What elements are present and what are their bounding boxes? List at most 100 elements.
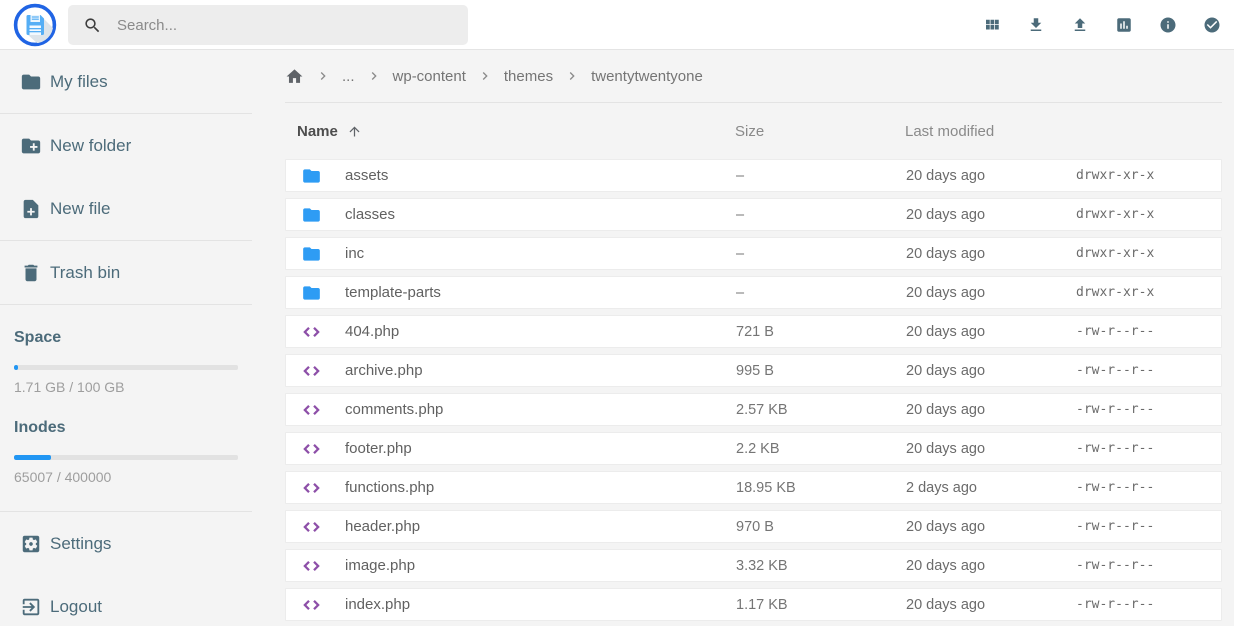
info-button[interactable] — [1159, 16, 1177, 34]
file-name[interactable]: 404.php — [345, 323, 399, 340]
file-modified: 20 days ago — [906, 597, 1076, 613]
file-name[interactable]: functions.php — [345, 479, 434, 496]
table-row[interactable]: inc – 20 days ago drwxr-xr-x — [285, 237, 1222, 270]
breadcrumb-segment[interactable]: themes — [504, 68, 553, 85]
file-name[interactable]: template-parts — [345, 284, 441, 301]
search-input[interactable] — [115, 16, 449, 35]
code-file-icon — [300, 361, 323, 381]
new-folder-icon — [20, 135, 42, 157]
divider — [0, 304, 252, 305]
file-modified: 20 days ago — [906, 246, 1076, 262]
table-row[interactable]: archive.php 995 B 20 days ago -rw-r--r-- — [285, 354, 1222, 387]
table-row[interactable]: header.php 970 B 20 days ago -rw-r--r-- — [285, 510, 1222, 543]
file-name[interactable]: index.php — [345, 596, 410, 613]
search-box[interactable] — [68, 5, 468, 45]
folder-icon — [300, 283, 323, 303]
file-permissions: -rw-r--r-- — [1076, 558, 1221, 573]
sidebar-item-settings[interactable]: Settings — [0, 512, 252, 575]
breadcrumb-segment[interactable]: wp-content — [393, 68, 466, 85]
table-row[interactable]: comments.php 2.57 KB 20 days ago -rw-r--… — [285, 393, 1222, 426]
file-permissions: -rw-r--r-- — [1076, 324, 1221, 339]
file-name[interactable]: comments.php — [345, 401, 443, 418]
upload-button[interactable] — [1071, 16, 1089, 34]
table-row[interactable]: functions.php 18.95 KB 2 days ago -rw-r-… — [285, 471, 1222, 504]
file-manager-app: My files New folder New file Trash bin S… — [0, 0, 1234, 626]
sidebar-item-new-file[interactable]: New file — [0, 177, 252, 240]
file-permissions: -rw-r--r-- — [1076, 480, 1221, 495]
home-icon — [285, 67, 304, 86]
code-file-icon — [300, 517, 323, 537]
file-size: 970 B — [736, 519, 906, 535]
file-size: – — [736, 168, 906, 184]
usage-chart-icon — [1115, 16, 1133, 34]
table-header: Name Size Last modified — [285, 103, 1222, 159]
sidebar-item-logout[interactable]: Logout — [0, 575, 252, 626]
file-name[interactable]: archive.php — [345, 362, 423, 379]
download-icon — [1027, 16, 1045, 34]
file-name[interactable]: inc — [345, 245, 364, 262]
space-value: 1.71 GB / 100 GB — [14, 379, 238, 395]
file-size: 721 B — [736, 324, 906, 340]
file-size: 2.57 KB — [736, 402, 906, 418]
topbar-actions — [983, 0, 1221, 50]
code-file-icon — [300, 478, 323, 498]
topbar — [0, 0, 1234, 50]
sidebar-item-label: New folder — [50, 136, 131, 156]
grid-view-icon — [983, 16, 1001, 34]
usage-chart-button[interactable] — [1115, 16, 1133, 34]
sidebar-item-new-folder[interactable]: New folder — [0, 114, 252, 177]
file-name[interactable]: assets — [345, 167, 388, 184]
breadcrumb-segment-current[interactable]: twentytwentyone — [591, 68, 703, 85]
info-icon — [1159, 16, 1177, 34]
file-name[interactable]: footer.php — [345, 440, 412, 457]
file-modified: 20 days ago — [906, 324, 1076, 340]
inodes-value: 65007 / 400000 — [14, 469, 238, 485]
table-row[interactable]: index.php 1.17 KB 20 days ago -rw-r--r-- — [285, 588, 1222, 621]
sidebar-item-label: New file — [50, 199, 110, 219]
file-modified: 20 days ago — [906, 441, 1076, 457]
trash-icon — [20, 262, 42, 284]
file-permissions: -rw-r--r-- — [1076, 519, 1221, 534]
floppy-disk-logo-icon — [13, 3, 57, 47]
chevron-right-icon — [564, 68, 580, 84]
table-row[interactable]: image.php 3.32 KB 20 days ago -rw-r--r-- — [285, 549, 1222, 582]
usage-section: Space 1.71 GB / 100 GB Inodes 65007 / 40… — [0, 329, 252, 511]
file-permissions: drwxr-xr-x — [1076, 168, 1221, 183]
table-row[interactable]: assets – 20 days ago drwxr-xr-x — [285, 159, 1222, 192]
file-modified: 20 days ago — [906, 402, 1076, 418]
file-size: 1.17 KB — [736, 597, 906, 613]
file-name[interactable]: classes — [345, 206, 395, 223]
folder-icon — [300, 244, 323, 264]
code-file-icon — [300, 400, 323, 420]
column-header-name[interactable]: Name — [285, 123, 735, 140]
sidebar-item-label: Logout — [50, 597, 102, 617]
breadcrumb-segment[interactable]: ... — [342, 68, 355, 85]
sidebar-item-trash-bin[interactable]: Trash bin — [0, 241, 252, 304]
file-size: – — [736, 207, 906, 223]
column-header-modified[interactable]: Last modified — [905, 123, 1222, 140]
grid-view-button[interactable] — [983, 16, 1001, 34]
file-permissions: drwxr-xr-x — [1076, 246, 1221, 261]
file-permissions: -rw-r--r-- — [1076, 402, 1221, 417]
table-row[interactable]: footer.php 2.2 KB 20 days ago -rw-r--r-- — [285, 432, 1222, 465]
download-button[interactable] — [1027, 16, 1045, 34]
breadcrumb-home[interactable] — [285, 67, 304, 86]
file-name[interactable]: header.php — [345, 518, 420, 535]
file-size: 2.2 KB — [736, 441, 906, 457]
table-row[interactable]: classes – 20 days ago drwxr-xr-x — [285, 198, 1222, 231]
file-size: 18.95 KB — [736, 480, 906, 496]
select-all-button[interactable] — [1203, 16, 1221, 34]
file-name[interactable]: image.php — [345, 557, 415, 574]
file-permissions: drwxr-xr-x — [1076, 207, 1221, 222]
file-size: 3.32 KB — [736, 558, 906, 574]
code-file-icon — [300, 595, 323, 615]
file-modified: 20 days ago — [906, 363, 1076, 379]
table-row[interactable]: 404.php 721 B 20 days ago -rw-r--r-- — [285, 315, 1222, 348]
sidebar: My files New folder New file Trash bin S… — [0, 50, 252, 626]
sidebar-item-my-files[interactable]: My files — [0, 50, 252, 113]
app-logo[interactable] — [13, 3, 57, 47]
column-header-size[interactable]: Size — [735, 123, 905, 140]
file-modified: 20 days ago — [906, 558, 1076, 574]
table-row[interactable]: template-parts – 20 days ago drwxr-xr-x — [285, 276, 1222, 309]
chevron-right-icon — [315, 68, 331, 84]
